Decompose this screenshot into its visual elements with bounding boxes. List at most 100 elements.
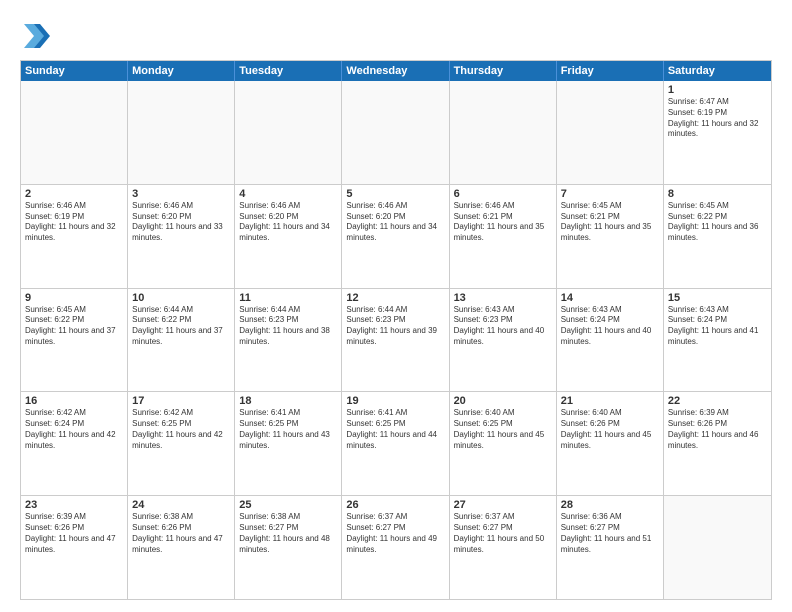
calendar-week-5: 23Sunrise: 6:39 AM Sunset: 6:26 PM Dayli… (21, 495, 771, 599)
cell-info: Sunrise: 6:47 AM Sunset: 6:19 PM Dayligh… (668, 97, 767, 140)
calendar-cell: 15Sunrise: 6:43 AM Sunset: 6:24 PM Dayli… (664, 289, 771, 392)
day-number: 19 (346, 395, 444, 407)
calendar-cell: 14Sunrise: 6:43 AM Sunset: 6:24 PM Dayli… (557, 289, 664, 392)
calendar-cell: 9Sunrise: 6:45 AM Sunset: 6:22 PM Daylig… (21, 289, 128, 392)
calendar-cell: 19Sunrise: 6:41 AM Sunset: 6:25 PM Dayli… (342, 392, 449, 495)
calendar-week-1: 1Sunrise: 6:47 AM Sunset: 6:19 PM Daylig… (21, 81, 771, 184)
day-number: 18 (239, 395, 337, 407)
cell-info: Sunrise: 6:38 AM Sunset: 6:27 PM Dayligh… (239, 512, 337, 555)
cell-info: Sunrise: 6:37 AM Sunset: 6:27 PM Dayligh… (346, 512, 444, 555)
calendar-cell (664, 496, 771, 599)
calendar-cell: 6Sunrise: 6:46 AM Sunset: 6:21 PM Daylig… (450, 185, 557, 288)
cell-info: Sunrise: 6:36 AM Sunset: 6:27 PM Dayligh… (561, 512, 659, 555)
day-number: 27 (454, 499, 552, 511)
calendar: SundayMondayTuesdayWednesdayThursdayFrid… (20, 60, 772, 600)
calendar-cell: 1Sunrise: 6:47 AM Sunset: 6:19 PM Daylig… (664, 81, 771, 184)
cell-info: Sunrise: 6:38 AM Sunset: 6:26 PM Dayligh… (132, 512, 230, 555)
cell-info: Sunrise: 6:40 AM Sunset: 6:26 PM Dayligh… (561, 408, 659, 451)
header-day-sunday: Sunday (21, 61, 128, 81)
calendar-cell: 5Sunrise: 6:46 AM Sunset: 6:20 PM Daylig… (342, 185, 449, 288)
calendar-cell: 12Sunrise: 6:44 AM Sunset: 6:23 PM Dayli… (342, 289, 449, 392)
day-number: 15 (668, 292, 767, 304)
calendar-cell (235, 81, 342, 184)
logo-icon (20, 20, 52, 52)
cell-info: Sunrise: 6:43 AM Sunset: 6:24 PM Dayligh… (668, 305, 767, 348)
calendar-cell: 23Sunrise: 6:39 AM Sunset: 6:26 PM Dayli… (21, 496, 128, 599)
cell-info: Sunrise: 6:46 AM Sunset: 6:20 PM Dayligh… (346, 201, 444, 244)
header-day-monday: Monday (128, 61, 235, 81)
day-number: 21 (561, 395, 659, 407)
cell-info: Sunrise: 6:42 AM Sunset: 6:25 PM Dayligh… (132, 408, 230, 451)
day-number: 7 (561, 188, 659, 200)
cell-info: Sunrise: 6:37 AM Sunset: 6:27 PM Dayligh… (454, 512, 552, 555)
day-number: 3 (132, 188, 230, 200)
cell-info: Sunrise: 6:39 AM Sunset: 6:26 PM Dayligh… (668, 408, 767, 451)
day-number: 12 (346, 292, 444, 304)
cell-info: Sunrise: 6:46 AM Sunset: 6:20 PM Dayligh… (239, 201, 337, 244)
cell-info: Sunrise: 6:43 AM Sunset: 6:23 PM Dayligh… (454, 305, 552, 348)
day-number: 20 (454, 395, 552, 407)
calendar-cell: 27Sunrise: 6:37 AM Sunset: 6:27 PM Dayli… (450, 496, 557, 599)
cell-info: Sunrise: 6:41 AM Sunset: 6:25 PM Dayligh… (346, 408, 444, 451)
day-number: 23 (25, 499, 123, 511)
calendar-cell: 17Sunrise: 6:42 AM Sunset: 6:25 PM Dayli… (128, 392, 235, 495)
day-number: 22 (668, 395, 767, 407)
header-day-tuesday: Tuesday (235, 61, 342, 81)
calendar-cell (342, 81, 449, 184)
cell-info: Sunrise: 6:41 AM Sunset: 6:25 PM Dayligh… (239, 408, 337, 451)
calendar-cell: 13Sunrise: 6:43 AM Sunset: 6:23 PM Dayli… (450, 289, 557, 392)
cell-info: Sunrise: 6:44 AM Sunset: 6:23 PM Dayligh… (346, 305, 444, 348)
calendar-cell: 20Sunrise: 6:40 AM Sunset: 6:25 PM Dayli… (450, 392, 557, 495)
calendar-cell: 8Sunrise: 6:45 AM Sunset: 6:22 PM Daylig… (664, 185, 771, 288)
calendar-cell: 16Sunrise: 6:42 AM Sunset: 6:24 PM Dayli… (21, 392, 128, 495)
day-number: 17 (132, 395, 230, 407)
cell-info: Sunrise: 6:45 AM Sunset: 6:22 PM Dayligh… (25, 305, 123, 348)
day-number: 2 (25, 188, 123, 200)
day-number: 1 (668, 84, 767, 96)
calendar-cell (21, 81, 128, 184)
cell-info: Sunrise: 6:40 AM Sunset: 6:25 PM Dayligh… (454, 408, 552, 451)
day-number: 25 (239, 499, 337, 511)
calendar-cell: 4Sunrise: 6:46 AM Sunset: 6:20 PM Daylig… (235, 185, 342, 288)
day-number: 24 (132, 499, 230, 511)
day-number: 16 (25, 395, 123, 407)
calendar-cell: 26Sunrise: 6:37 AM Sunset: 6:27 PM Dayli… (342, 496, 449, 599)
day-number: 5 (346, 188, 444, 200)
calendar-cell: 18Sunrise: 6:41 AM Sunset: 6:25 PM Dayli… (235, 392, 342, 495)
calendar-cell: 28Sunrise: 6:36 AM Sunset: 6:27 PM Dayli… (557, 496, 664, 599)
header-day-saturday: Saturday (664, 61, 771, 81)
calendar-cell (557, 81, 664, 184)
calendar-body: 1Sunrise: 6:47 AM Sunset: 6:19 PM Daylig… (21, 81, 771, 599)
day-number: 9 (25, 292, 123, 304)
header (20, 16, 772, 52)
calendar-cell (128, 81, 235, 184)
cell-info: Sunrise: 6:44 AM Sunset: 6:23 PM Dayligh… (239, 305, 337, 348)
page: SundayMondayTuesdayWednesdayThursdayFrid… (0, 0, 792, 612)
calendar-cell: 22Sunrise: 6:39 AM Sunset: 6:26 PM Dayli… (664, 392, 771, 495)
cell-info: Sunrise: 6:46 AM Sunset: 6:20 PM Dayligh… (132, 201, 230, 244)
calendar-week-2: 2Sunrise: 6:46 AM Sunset: 6:19 PM Daylig… (21, 184, 771, 288)
calendar-cell: 25Sunrise: 6:38 AM Sunset: 6:27 PM Dayli… (235, 496, 342, 599)
calendar-cell: 24Sunrise: 6:38 AM Sunset: 6:26 PM Dayli… (128, 496, 235, 599)
calendar-week-4: 16Sunrise: 6:42 AM Sunset: 6:24 PM Dayli… (21, 391, 771, 495)
calendar-cell: 7Sunrise: 6:45 AM Sunset: 6:21 PM Daylig… (557, 185, 664, 288)
day-number: 14 (561, 292, 659, 304)
header-day-wednesday: Wednesday (342, 61, 449, 81)
calendar-cell: 3Sunrise: 6:46 AM Sunset: 6:20 PM Daylig… (128, 185, 235, 288)
calendar-cell: 10Sunrise: 6:44 AM Sunset: 6:22 PM Dayli… (128, 289, 235, 392)
cell-info: Sunrise: 6:43 AM Sunset: 6:24 PM Dayligh… (561, 305, 659, 348)
logo (20, 20, 56, 52)
day-number: 4 (239, 188, 337, 200)
calendar-cell: 21Sunrise: 6:40 AM Sunset: 6:26 PM Dayli… (557, 392, 664, 495)
calendar-cell (450, 81, 557, 184)
cell-info: Sunrise: 6:45 AM Sunset: 6:22 PM Dayligh… (668, 201, 767, 244)
cell-info: Sunrise: 6:46 AM Sunset: 6:19 PM Dayligh… (25, 201, 123, 244)
cell-info: Sunrise: 6:46 AM Sunset: 6:21 PM Dayligh… (454, 201, 552, 244)
day-number: 8 (668, 188, 767, 200)
day-number: 13 (454, 292, 552, 304)
day-number: 28 (561, 499, 659, 511)
calendar-header: SundayMondayTuesdayWednesdayThursdayFrid… (21, 61, 771, 81)
cell-info: Sunrise: 6:39 AM Sunset: 6:26 PM Dayligh… (25, 512, 123, 555)
calendar-cell: 11Sunrise: 6:44 AM Sunset: 6:23 PM Dayli… (235, 289, 342, 392)
cell-info: Sunrise: 6:42 AM Sunset: 6:24 PM Dayligh… (25, 408, 123, 451)
